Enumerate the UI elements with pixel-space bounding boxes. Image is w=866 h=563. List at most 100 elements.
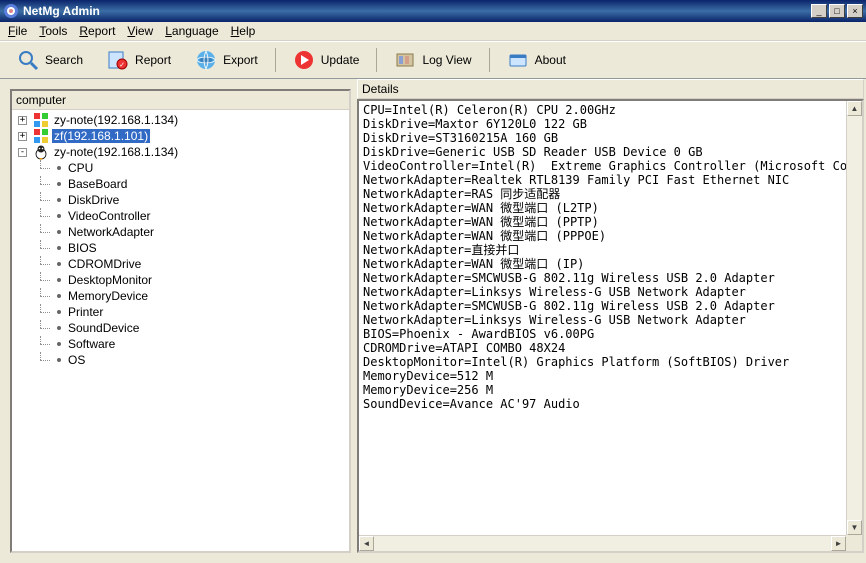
tree-label: VideoController xyxy=(66,209,153,223)
bullet-icon xyxy=(57,182,61,186)
app-icon xyxy=(3,3,19,19)
tree-node-item[interactable]: CDROMDrive xyxy=(14,256,347,272)
tree-label: Printer xyxy=(66,305,105,319)
tree-container: computer + zy-note(192.168.1.134) + zf(192.… xyxy=(10,89,351,553)
right-panel: Details CPU=Intel(R) Celeron(R) CPU 2.00… xyxy=(355,79,866,563)
tree-node-item[interactable]: VideoController xyxy=(14,208,347,224)
details-header: Details xyxy=(357,79,864,99)
close-button[interactable]: × xyxy=(847,4,863,18)
tree-label: CPU xyxy=(66,161,95,175)
about-button[interactable]: About xyxy=(498,44,575,76)
tree-label: DesktopMonitor xyxy=(66,273,154,287)
tree-node-item[interactable]: BaseBoard xyxy=(14,176,347,192)
menu-language[interactable]: Language xyxy=(159,22,224,40)
tree-expander[interactable]: + xyxy=(18,132,27,141)
minimize-button[interactable]: _ xyxy=(811,4,827,18)
tree-node-item[interactable]: SoundDevice xyxy=(14,320,347,336)
tree-node-item[interactable]: OS xyxy=(14,352,347,368)
titlebar: NetMg Admin _ □ × xyxy=(0,0,866,22)
content-area: computer + zy-note(192.168.1.134) + zf(192.… xyxy=(0,79,866,563)
tree-node-item[interactable]: MemoryDevice xyxy=(14,288,347,304)
svg-text:✓: ✓ xyxy=(119,62,125,69)
toolbar-separator xyxy=(489,48,490,72)
tree-label: SoundDevice xyxy=(66,321,141,335)
bullet-icon xyxy=(57,310,61,314)
scroll-left-button[interactable]: ◄ xyxy=(359,536,374,551)
vertical-scrollbar[interactable]: ▲ ▼ xyxy=(846,101,862,535)
window-title: NetMg Admin xyxy=(23,4,811,18)
tree-header: computer xyxy=(12,91,349,110)
tree-label: zf(192.168.1.101) xyxy=(52,129,150,143)
tree-label: zy-note(192.168.1.134) xyxy=(52,145,180,159)
tree-node-item[interactable]: DiskDrive xyxy=(14,192,347,208)
scroll-corner xyxy=(846,535,862,551)
tree-node-item[interactable]: BIOS xyxy=(14,240,347,256)
horizontal-scrollbar[interactable]: ◄ ► xyxy=(359,535,846,551)
update-label: Update xyxy=(321,53,360,67)
scroll-up-button[interactable]: ▲ xyxy=(847,101,862,116)
search-icon xyxy=(17,49,39,71)
tree-node-item[interactable]: NetworkAdapter xyxy=(14,224,347,240)
windows-icon xyxy=(33,128,49,144)
tree-label: Software xyxy=(66,337,117,351)
tree-node-computer[interactable]: - zy-note(192.168.1.134) xyxy=(14,144,347,160)
menu-tools[interactable]: Tools xyxy=(33,22,73,40)
tree-expander[interactable]: + xyxy=(18,116,27,125)
export-icon xyxy=(195,49,217,71)
report-icon: ✓ xyxy=(107,49,129,71)
update-button[interactable]: Update xyxy=(284,44,369,76)
menu-report[interactable]: Report xyxy=(73,22,121,40)
tree-expander[interactable]: - xyxy=(18,148,27,157)
tree-label: BaseBoard xyxy=(66,177,129,191)
logview-button[interactable]: Log View xyxy=(385,44,480,76)
menubar: File Tools Report View Language Help xyxy=(0,22,866,41)
menu-help[interactable]: Help xyxy=(225,22,262,40)
left-panel: computer + zy-note(192.168.1.134) + zf(192.… xyxy=(0,79,355,563)
report-button[interactable]: ✓ Report xyxy=(98,44,180,76)
logview-label: Log View xyxy=(422,53,471,67)
about-icon xyxy=(507,49,529,71)
bullet-icon xyxy=(57,358,61,362)
scroll-right-button[interactable]: ► xyxy=(831,536,846,551)
search-label: Search xyxy=(45,53,83,67)
bullet-icon xyxy=(57,326,61,330)
about-label: About xyxy=(535,53,566,67)
export-label: Export xyxy=(223,53,258,67)
maximize-button[interactable]: □ xyxy=(829,4,845,18)
tree-node-item[interactable]: Printer xyxy=(14,304,347,320)
bullet-icon xyxy=(57,246,61,250)
logview-icon xyxy=(394,49,416,71)
tree-label: OS xyxy=(66,353,87,367)
linux-icon xyxy=(33,144,49,160)
tree-node-item[interactable]: Software xyxy=(14,336,347,352)
tree-label: BIOS xyxy=(66,241,99,255)
tree-label: CDROMDrive xyxy=(66,257,143,271)
report-label: Report xyxy=(135,53,171,67)
bullet-icon xyxy=(57,166,61,170)
bullet-icon xyxy=(57,214,61,218)
toolbar-separator xyxy=(275,48,276,72)
bullet-icon xyxy=(57,294,61,298)
export-button[interactable]: Export xyxy=(186,44,267,76)
toolbar-separator xyxy=(376,48,377,72)
details-container: CPU=Intel(R) Celeron(R) CPU 2.00GHz Disk… xyxy=(357,99,864,553)
tree-body[interactable]: + zy-note(192.168.1.134) + zf(192.168.1.101… xyxy=(12,110,349,551)
bullet-icon xyxy=(57,262,61,266)
windows-icon xyxy=(33,112,49,128)
tree-node-item[interactable]: CPU xyxy=(14,160,347,176)
tree-node-computer[interactable]: + zy-note(192.168.1.134) xyxy=(14,112,347,128)
update-icon xyxy=(293,49,315,71)
scroll-down-button[interactable]: ▼ xyxy=(847,520,862,535)
tree-node-computer[interactable]: + zf(192.168.1.101) xyxy=(14,128,347,144)
tree-label: MemoryDevice xyxy=(66,289,150,303)
toolbar: Search ✓ Report Export Update Log View A… xyxy=(0,41,866,79)
details-body[interactable]: CPU=Intel(R) Celeron(R) CPU 2.00GHz Disk… xyxy=(359,101,846,535)
search-button[interactable]: Search xyxy=(8,44,92,76)
bullet-icon xyxy=(57,278,61,282)
bullet-icon xyxy=(57,342,61,346)
menu-file[interactable]: File xyxy=(2,22,33,40)
tree-label: zy-note(192.168.1.134) xyxy=(52,113,180,127)
menu-view[interactable]: View xyxy=(121,22,159,40)
tree-node-item[interactable]: DesktopMonitor xyxy=(14,272,347,288)
bullet-icon xyxy=(57,198,61,202)
